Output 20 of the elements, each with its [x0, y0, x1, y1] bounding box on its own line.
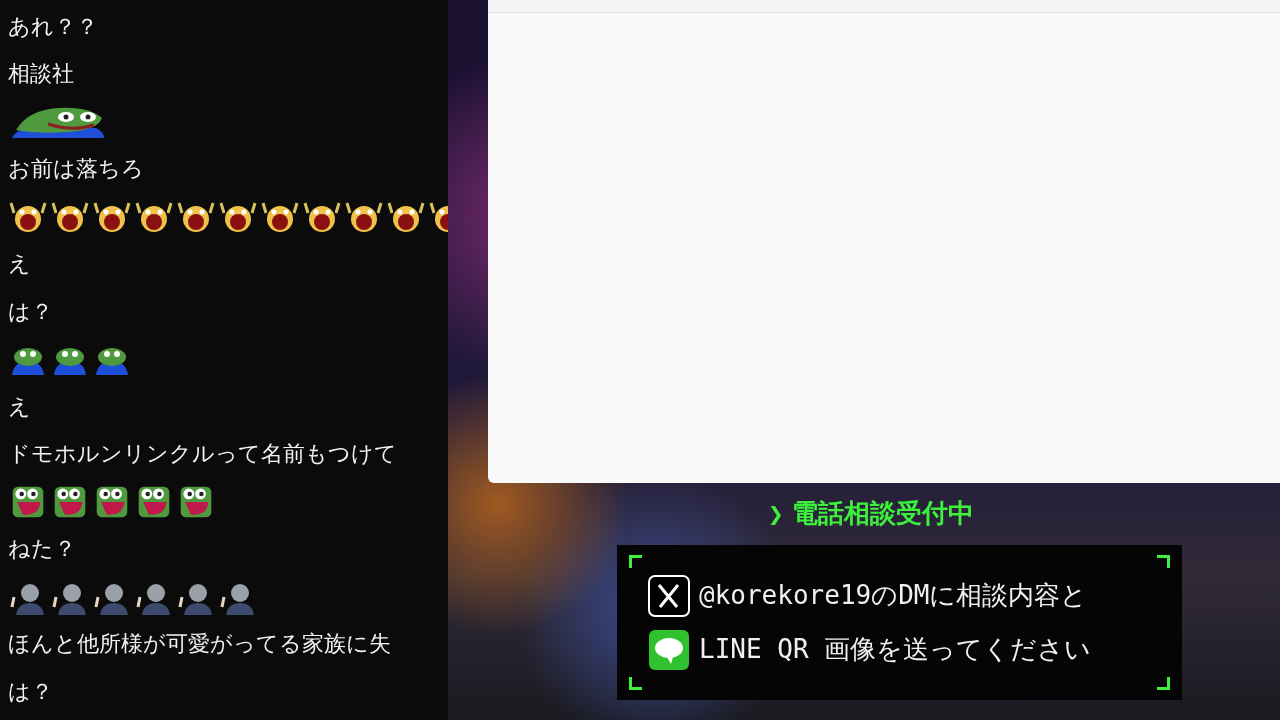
overlay-text: LINE QR 画像を送ってください — [699, 633, 1092, 666]
chat-message: あれ？？ — [8, 13, 98, 40]
corner-bracket — [1157, 555, 1170, 568]
chat-message: え — [8, 393, 31, 420]
chat-message: え — [8, 251, 31, 278]
overlay-heading: 電話相談受付中 — [791, 497, 974, 530]
chat-message: 相談社 — [8, 61, 74, 88]
corner-bracket — [1157, 677, 1170, 690]
chat-message: ほんと他所様が可愛がってる家族に失 — [8, 631, 391, 658]
corner-bracket — [629, 677, 642, 690]
overlay-text: @korekore19のDMに相談内容と — [699, 579, 1088, 612]
chat-message: は？ — [8, 678, 53, 705]
chat-bubble-icon — [647, 627, 691, 672]
corner-bracket — [629, 555, 642, 568]
chat-message: は？ — [8, 298, 53, 325]
chat-message: ねた？ — [8, 536, 76, 563]
chat-message: お前は落ちろ — [8, 156, 144, 183]
chat-message: ドモホルンリンクルって名前もつけて — [8, 441, 397, 468]
arrow-icon: ❯ — [768, 498, 784, 529]
x-logo-icon — [647, 573, 691, 618]
